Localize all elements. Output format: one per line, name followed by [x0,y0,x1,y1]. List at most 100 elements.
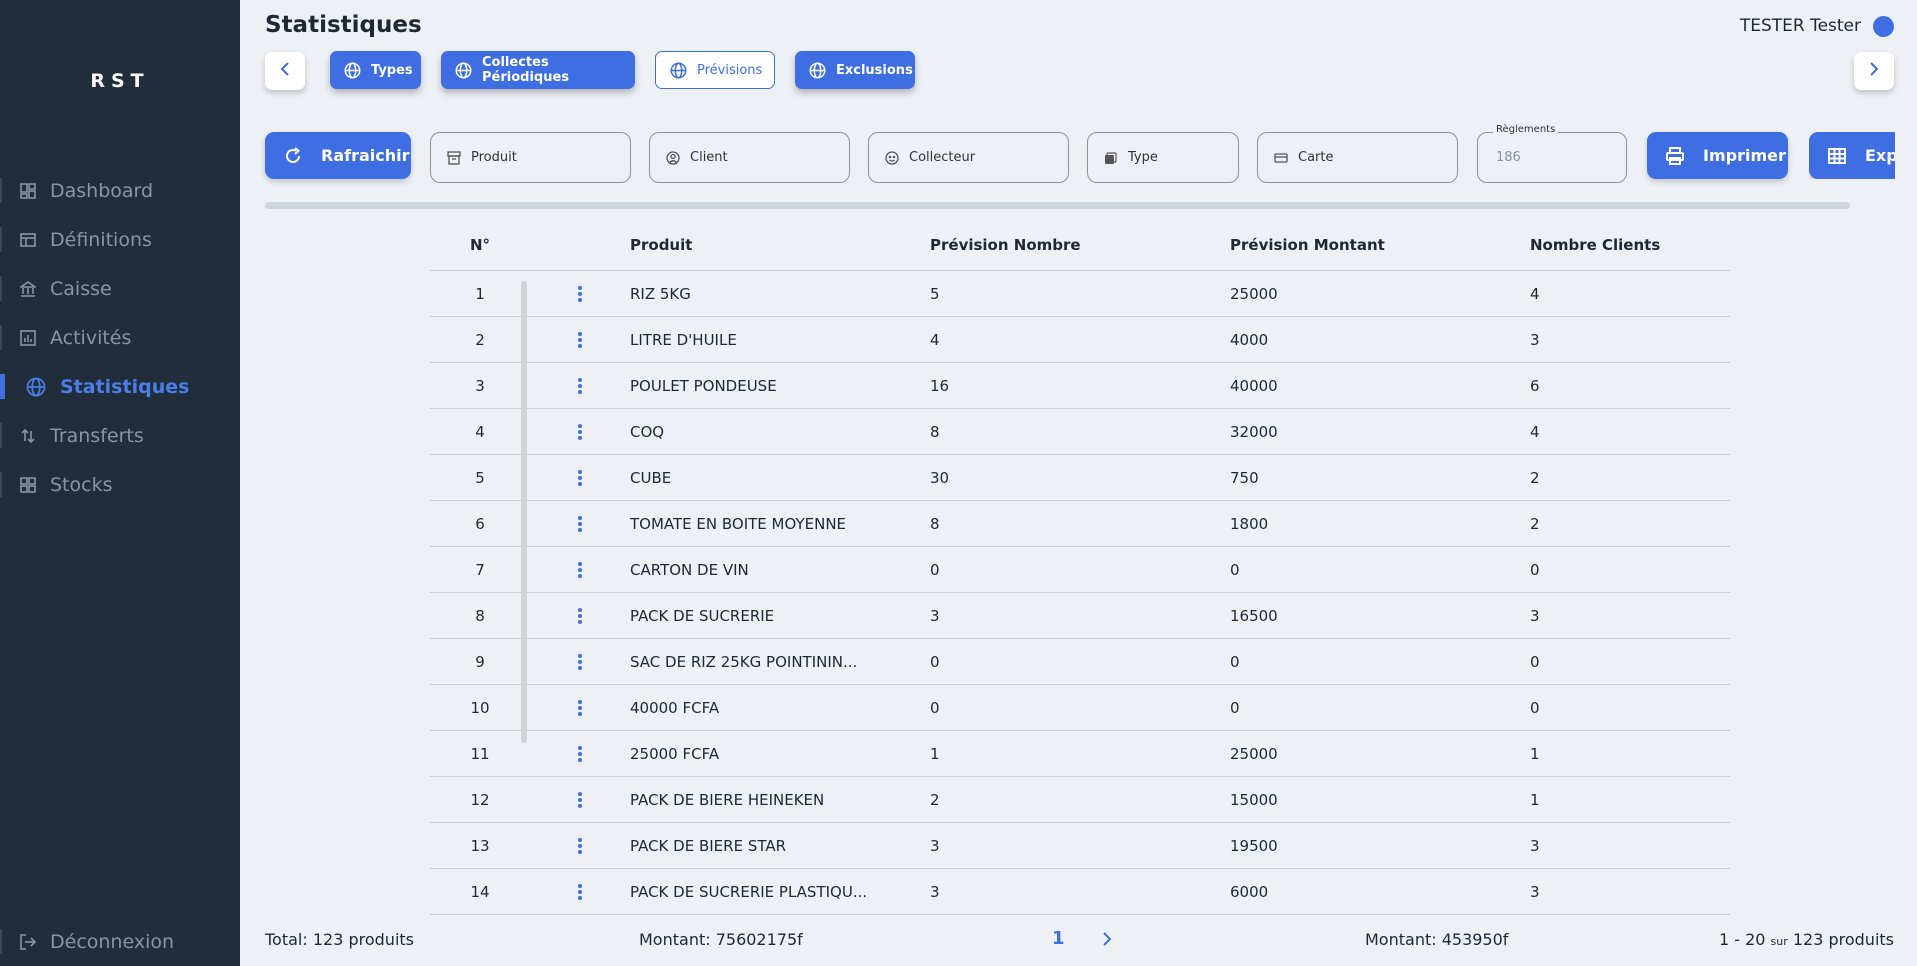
tabs-prev-button[interactable] [265,52,305,90]
vertical-scrollbar[interactable] [521,281,527,743]
table-body: 1 RIZ 5KG 5 25000 4 2 LITRE D'HUILE 4 4000 3 3 POUL… [430,271,1730,915]
cell-prevision-nombre: 3 [930,882,940,901]
print-button[interactable]: Imprimer [1647,132,1788,179]
horizontal-scrollbar[interactable] [265,202,1850,209]
col-header-prevision-nombre[interactable]: Prévision Nombre [930,236,1230,254]
sidebar: RST Dashboard Définitions Caisse Activit… [0,0,240,966]
row-menu [530,515,630,533]
cell-produit: PACK DE BIERE HEINEKEN [630,790,825,809]
cell-produit: 40000 FCFA [630,698,720,717]
cell-produit: LITRE D'HUILE [630,330,737,349]
more-vertical-icon[interactable] [577,745,583,763]
pagination-next-button[interactable] [1101,930,1113,952]
cell-num: 5 [475,468,485,487]
more-vertical-icon[interactable] [577,607,583,625]
col-header-prevision-montant[interactable]: Prévision Montant [1230,236,1530,254]
cell-prevision-montant: 40000 [1230,376,1278,395]
table-row[interactable]: 2 LITRE D'HUILE 4 4000 3 [430,317,1730,363]
tab-collectes-periodiques[interactable]: Collectes Périodiques [441,51,635,89]
tab-previsions[interactable]: Prévisions [655,51,775,89]
refresh-button[interactable]: Rafraichir [265,132,411,179]
more-vertical-icon[interactable] [577,791,583,809]
more-vertical-icon[interactable] [577,423,583,441]
table-row[interactable]: 6 TOMATE EN BOITE MOYENNE 8 1800 2 [430,501,1730,547]
tab-exclusions[interactable]: Exclusions [795,51,915,89]
table-row[interactable]: 14 PACK DE SUCRERIE PLASTIQU... 3 6000 3 [430,869,1730,915]
carte-filter[interactable]: Carte [1257,132,1458,183]
cell-prevision-montant: 0 [1230,560,1240,579]
cell-num: 14 [470,882,490,901]
type-filter[interactable]: Type [1087,132,1239,183]
cell-nombre-clients: 0 [1530,652,1540,671]
layers-icon [1104,151,1118,165]
export-button[interactable]: Expo [1809,132,1895,179]
col-header-produit[interactable]: Produit [630,236,930,254]
table-row[interactable]: 3 POULET PONDEUSE 16 40000 6 [430,363,1730,409]
table-row[interactable]: 9 SAC DE RIZ 25KG POINTININ... 0 0 0 [430,639,1730,685]
table-row[interactable]: 1 RIZ 5KG 5 25000 4 [430,271,1730,317]
row-menu [530,745,630,763]
more-vertical-icon[interactable] [577,837,583,855]
table-row[interactable]: 12 PACK DE BIERE HEINEKEN 2 15000 1 [430,777,1730,823]
tabs-next-button[interactable] [1854,52,1894,90]
more-vertical-icon[interactable] [577,469,583,487]
table-row[interactable]: 13 PACK DE BIERE STAR 3 19500 3 [430,823,1730,869]
archive-icon [447,150,461,165]
sidebar-item-stocks[interactable]: Stocks [0,460,240,509]
table-row[interactable]: 7 CARTON DE VIN 0 0 0 [430,547,1730,593]
reglements-input[interactable]: 186 [1477,132,1627,183]
cell-prevision-montant: 750 [1230,468,1259,487]
chart-icon [20,329,50,346]
more-vertical-icon[interactable] [577,331,583,349]
logout-button[interactable]: Déconnexion [0,917,240,966]
credit-card-icon [1274,151,1288,165]
tab-label: Exclusions [836,62,913,78]
cell-produit: PACK DE SUCRERIE [630,606,775,625]
more-vertical-icon[interactable] [577,561,583,579]
more-vertical-icon[interactable] [577,285,583,303]
cell-prevision-nombre: 8 [930,422,940,441]
more-vertical-icon[interactable] [577,883,583,901]
sidebar-item-caisse[interactable]: Caisse [0,264,240,313]
sidebar-item-transferts[interactable]: Transferts [0,411,240,460]
row-menu [530,285,630,303]
globe-icon [344,62,361,79]
more-vertical-icon[interactable] [577,515,583,533]
row-menu [530,699,630,717]
cell-nombre-clients: 1 [1530,744,1540,763]
sidebar-item-definitions[interactable]: Définitions [0,215,240,264]
cell-prevision-nombre: 0 [930,698,940,717]
sidebar-nav: Dashboard Définitions Caisse Activités S… [0,166,240,509]
footer-montant-page: Montant: 453950f [1365,930,1509,949]
export-button-clip: Expo [1809,132,1895,179]
cell-produit: PACK DE SUCRERIE PLASTIQU... [630,882,868,901]
produit-filter[interactable]: Produit [430,132,631,183]
sidebar-item-activites[interactable]: Activités [0,313,240,362]
collecteur-filter[interactable]: Collecteur [868,132,1069,183]
cell-produit: COQ [630,422,665,441]
more-vertical-icon[interactable] [577,377,583,395]
row-menu [530,653,630,671]
client-filter[interactable]: Client [649,132,850,183]
col-header-num[interactable]: N° [430,236,530,254]
user-name[interactable]: TESTER Tester [1740,16,1861,36]
col-header-nombre-clients[interactable]: Nombre Clients [1530,236,1730,254]
sidebar-item-dashboard[interactable]: Dashboard [0,166,240,215]
pagination-current-page[interactable]: 1 [1052,928,1065,949]
cell-prevision-nombre: 0 [930,652,940,671]
table-row[interactable]: 10 40000 FCFA 0 0 0 [430,685,1730,731]
row-menu [530,469,630,487]
cell-nombre-clients: 3 [1530,882,1540,901]
table-row[interactable]: 11 25000 FCFA 1 25000 1 [430,731,1730,777]
avatar[interactable] [1873,16,1894,37]
more-vertical-icon[interactable] [577,653,583,671]
table-row[interactable]: 8 PACK DE SUCRERIE 3 16500 3 [430,593,1730,639]
table-row[interactable]: 5 CUBE 30 750 2 [430,455,1730,501]
table-row[interactable]: 4 COQ 8 32000 4 [430,409,1730,455]
collecteur-filter-label: Collecteur [909,150,976,165]
tab-types[interactable]: Types [330,51,421,89]
cell-num: 3 [475,376,485,395]
sidebar-item-statistiques[interactable]: Statistiques [0,362,240,411]
more-vertical-icon[interactable] [577,699,583,717]
row-menu [530,331,630,349]
